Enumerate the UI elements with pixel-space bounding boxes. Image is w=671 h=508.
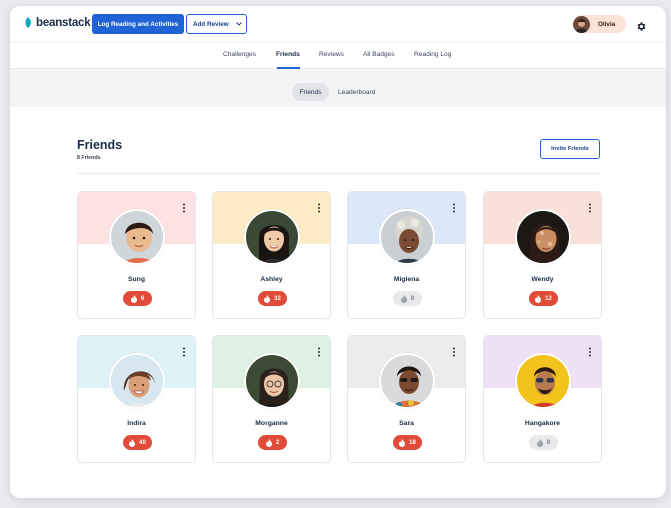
streak-count: 40 xyxy=(139,439,146,446)
flame-icon xyxy=(264,294,271,303)
friend-avatar xyxy=(109,353,165,409)
flame-icon xyxy=(400,294,407,303)
brand-name: beanstack xyxy=(36,17,91,29)
primary-nav: Challenges Friends Reviews All Badges Re… xyxy=(10,42,666,69)
streak-badge: 6 xyxy=(123,291,152,306)
streak-badge: 18 xyxy=(393,435,422,450)
add-review-label: Add Review xyxy=(193,20,229,28)
friend-card[interactable]: Miglena 0 xyxy=(347,191,466,319)
tab-reading-log[interactable]: Reading Log xyxy=(414,51,451,58)
flame-icon xyxy=(265,438,272,447)
friend-name: Hangakore xyxy=(524,420,561,427)
streak-count: 32 xyxy=(274,295,281,302)
gear-icon[interactable] xyxy=(636,19,647,31)
more-options-icon[interactable] xyxy=(317,200,321,213)
flame-icon xyxy=(536,438,543,447)
friend-card[interactable]: Wendy 12 xyxy=(483,191,602,319)
streak-count: 6 xyxy=(140,295,145,302)
friend-name: Miglena xyxy=(393,276,420,283)
user-name: Olivia xyxy=(598,20,616,28)
friend-card[interactable]: Morganne 2 xyxy=(212,335,331,463)
streak-count: 2 xyxy=(275,439,280,446)
flame-icon xyxy=(535,294,542,303)
streak-badge: 0 xyxy=(393,291,422,306)
more-options-icon[interactable] xyxy=(452,344,456,357)
more-options-icon[interactable] xyxy=(182,344,186,357)
leaf-logo-icon xyxy=(24,17,32,29)
chevron-down-icon xyxy=(235,21,242,28)
streak-badge: 40 xyxy=(123,435,152,450)
sub-nav: Friends Leaderboard xyxy=(10,69,666,107)
friend-avatar xyxy=(515,353,571,409)
flame-icon xyxy=(399,438,406,447)
friend-card[interactable]: Ashley 32 xyxy=(212,191,331,319)
divider xyxy=(77,173,601,174)
friend-avatar xyxy=(379,209,435,265)
streak-badge: 0 xyxy=(529,435,558,450)
friend-name: Sara xyxy=(399,420,414,427)
page-title: Friends xyxy=(77,138,123,152)
friend-name: Morganne xyxy=(255,420,288,427)
user-avatar xyxy=(573,15,590,33)
top-bar: beanstack Log Reading and Activities Add… xyxy=(10,6,666,42)
tab-all-badges[interactable]: All Badges xyxy=(363,51,395,58)
subtab-friends[interactable]: Friends xyxy=(292,83,329,101)
friend-card[interactable]: Sung 6 xyxy=(77,191,196,319)
more-options-icon[interactable] xyxy=(182,200,186,213)
streak-count: 18 xyxy=(409,439,416,446)
streak-badge: 12 xyxy=(529,291,558,306)
invite-friends-button[interactable]: Invite Friends xyxy=(540,139,600,159)
tab-friends[interactable]: Friends xyxy=(276,51,300,58)
user-menu[interactable]: Olivia xyxy=(573,15,626,33)
streak-count: 0 xyxy=(410,295,415,302)
log-reading-button[interactable]: Log Reading and Activities xyxy=(92,14,184,34)
brand-logo[interactable]: beanstack xyxy=(24,17,91,29)
friend-card[interactable]: Hangakore 0 xyxy=(483,335,602,463)
subtab-leaderboard[interactable]: Leaderboard xyxy=(338,83,375,101)
friend-name: Sung xyxy=(128,276,145,283)
friend-card[interactable]: Indira 40 xyxy=(77,335,196,463)
streak-badge: 2 xyxy=(258,435,287,450)
flame-icon xyxy=(129,438,136,447)
friend-name: Ashley xyxy=(260,276,283,283)
friend-avatar xyxy=(244,353,300,409)
friend-avatar xyxy=(515,209,571,265)
friend-avatar xyxy=(379,353,435,409)
streak-badge: 32 xyxy=(258,291,287,306)
friend-name: Wendy xyxy=(531,276,554,283)
more-options-icon[interactable] xyxy=(588,200,592,213)
friend-count: 8 Friends xyxy=(77,155,101,161)
more-options-icon[interactable] xyxy=(452,200,456,213)
tab-reviews[interactable]: Reviews xyxy=(319,51,344,58)
friend-card[interactable]: Sara 18 xyxy=(347,335,466,463)
tab-challenges[interactable]: Challenges xyxy=(223,51,256,58)
friend-avatar xyxy=(244,209,300,265)
friend-name: Indira xyxy=(127,420,146,427)
more-options-icon[interactable] xyxy=(588,344,592,357)
app-window: beanstack Log Reading and Activities Add… xyxy=(10,6,666,498)
more-options-icon[interactable] xyxy=(317,344,321,357)
flame-icon xyxy=(130,294,137,303)
streak-count: 12 xyxy=(545,295,552,302)
streak-count: 0 xyxy=(546,439,551,446)
friend-avatar xyxy=(109,209,165,265)
add-review-button[interactable]: Add Review xyxy=(186,14,247,34)
